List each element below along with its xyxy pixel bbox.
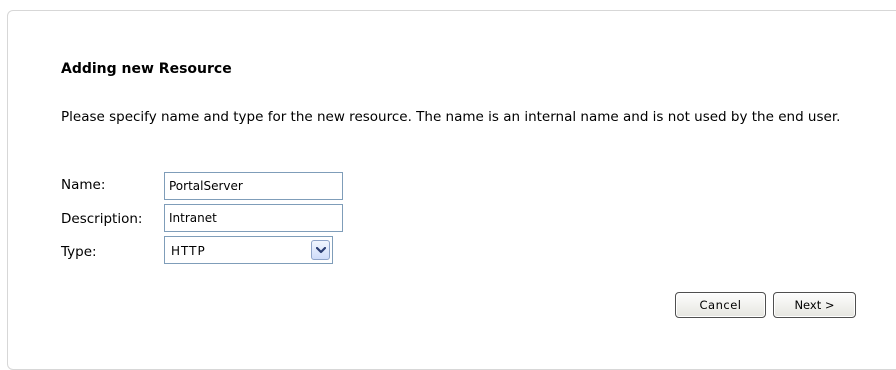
name-label: Name: <box>61 177 106 193</box>
type-label: Type: <box>61 244 97 260</box>
next-button[interactable]: Next > <box>773 292 856 318</box>
type-select-value: HTTP <box>171 244 206 258</box>
chevron-down-icon[interactable] <box>311 240 330 260</box>
cancel-button[interactable]: Cancel <box>675 292 766 318</box>
page-title: Adding new Resource <box>61 61 232 77</box>
description-field[interactable] <box>164 204 343 232</box>
type-select[interactable]: HTTP <box>164 236 333 264</box>
name-field[interactable] <box>164 172 343 200</box>
description-label: Description: <box>61 211 143 227</box>
chevron-down-glyph <box>316 247 326 254</box>
instructions-text: Please specify name and type for the new… <box>61 109 841 125</box>
